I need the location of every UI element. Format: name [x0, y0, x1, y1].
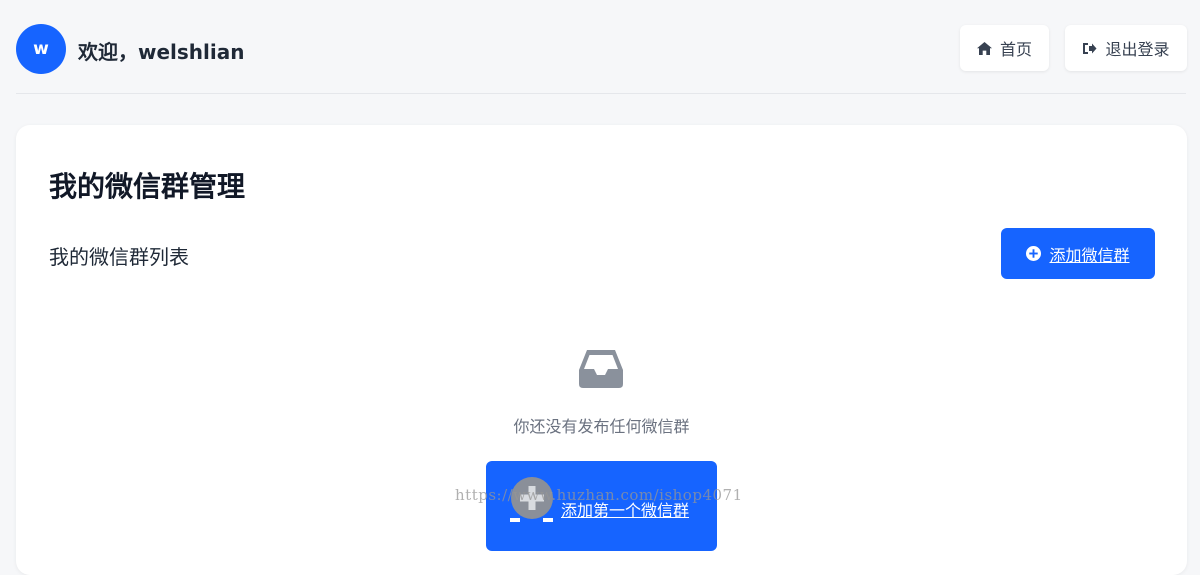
add-group-button[interactable]: 添加微信群 [1001, 228, 1155, 279]
welcome-text: 欢迎，welshlian [78, 40, 245, 64]
list-title: 我的微信群列表 [49, 245, 189, 269]
plus-circle-icon [1026, 246, 1042, 261]
empty-state-text: 你还没有发布任何微信群 [513, 417, 690, 436]
home-label: 首页 [999, 40, 1032, 59]
logout-label: 退出登录 [1105, 40, 1170, 59]
add-first-group-label: 添加第一个微信群 [561, 501, 690, 520]
home-icon [976, 41, 992, 55]
plus-circle-icon [510, 477, 553, 522]
home-button[interactable]: 首页 [960, 25, 1049, 71]
logout-button[interactable]: 退出登录 [1065, 25, 1187, 71]
sign-out-icon [1083, 42, 1097, 54]
page-title: 我的微信群管理 [49, 170, 246, 203]
avatar[interactable]: w [16, 24, 66, 74]
inbox-icon [579, 350, 623, 388]
group-management-card: 我的微信群管理 我的微信群列表 添加微信群 你还没有发布任何微信群 添加第一个微… [16, 125, 1187, 575]
add-group-label: 添加微信群 [1049, 245, 1130, 265]
top-header: w 欢迎，welshlian 首页 退出登录 [16, 0, 1187, 94]
add-first-group-button[interactable]: 添加第一个微信群 [486, 461, 717, 551]
